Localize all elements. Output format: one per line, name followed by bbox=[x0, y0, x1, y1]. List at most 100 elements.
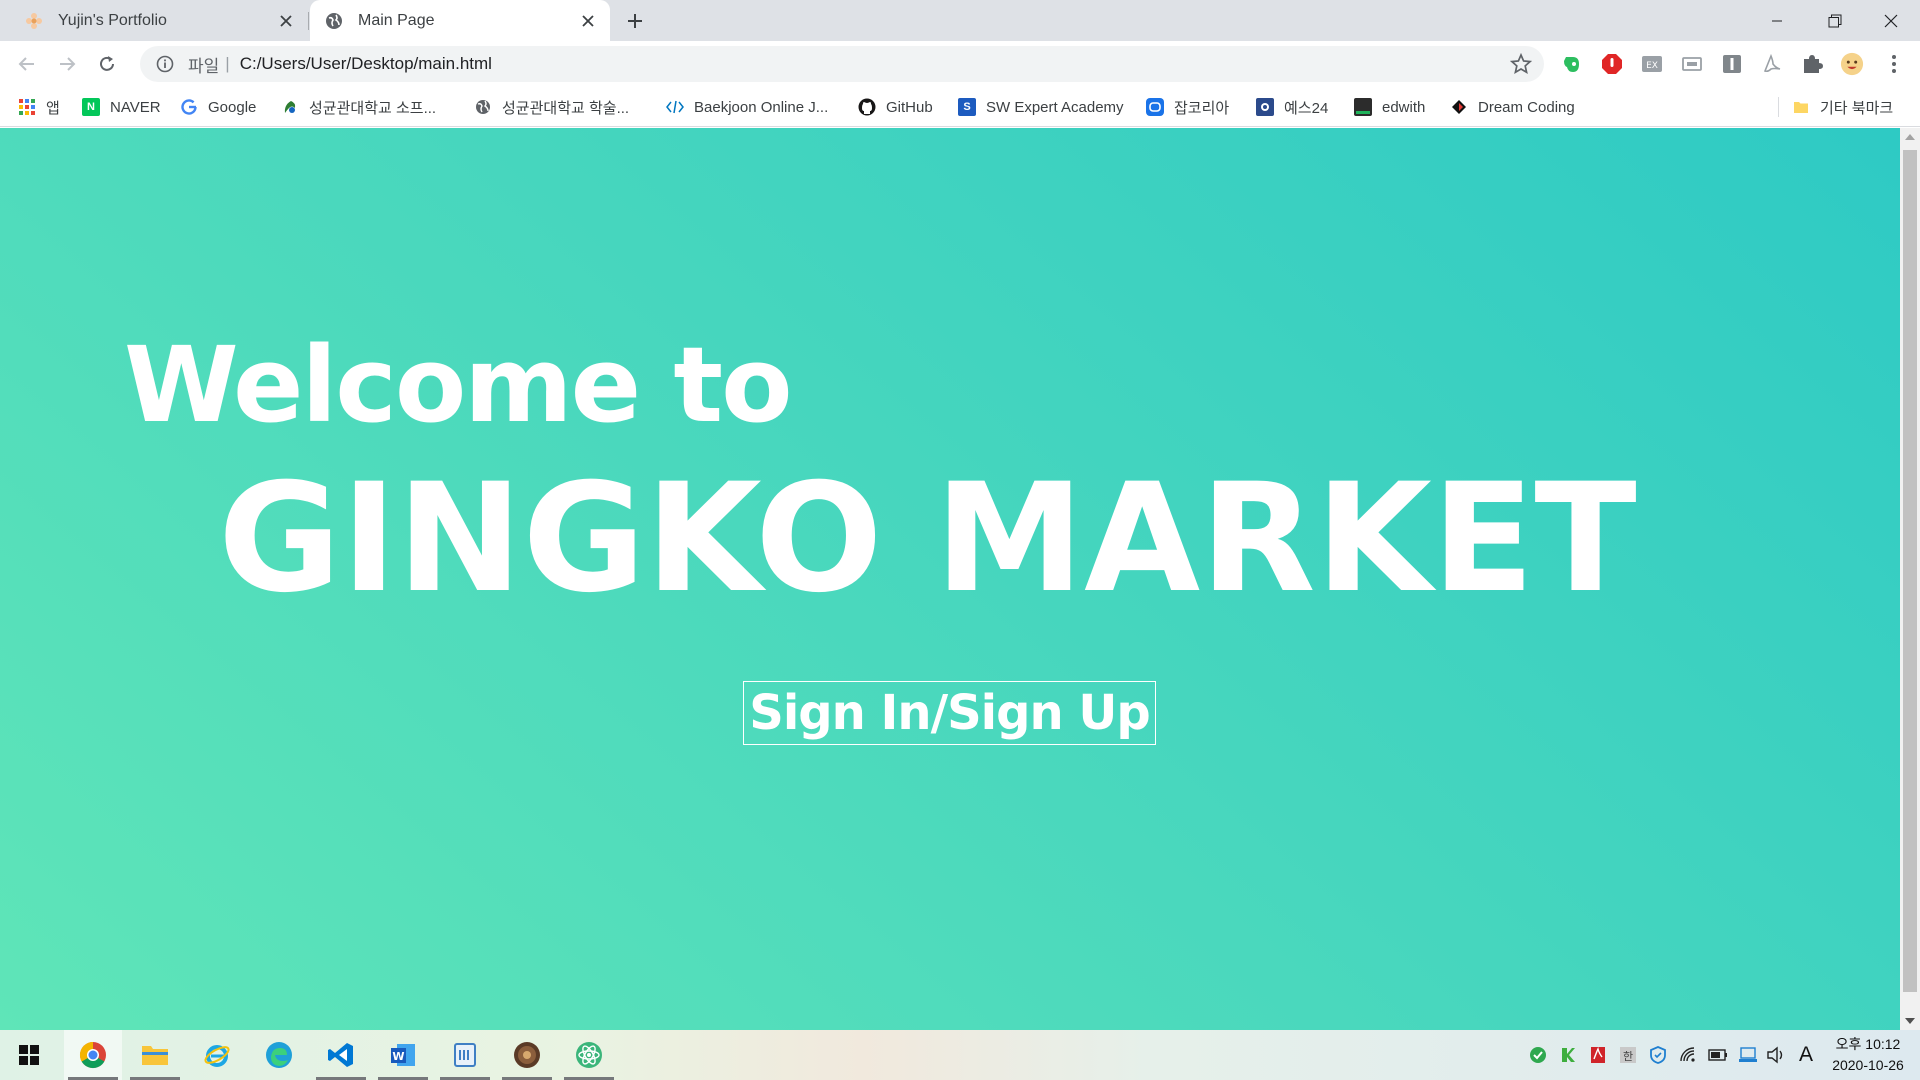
taskbar-document-app[interactable] bbox=[436, 1030, 494, 1080]
globe-icon bbox=[474, 98, 492, 116]
close-tab-icon[interactable] bbox=[274, 9, 298, 33]
adblock-icon[interactable] bbox=[1600, 52, 1624, 76]
bookmark-skku-academic[interactable]: 성균관대학교 학술... bbox=[474, 95, 629, 119]
game-app-icon bbox=[514, 1042, 540, 1068]
code-icon bbox=[666, 98, 684, 116]
taskbar-game-app[interactable] bbox=[498, 1030, 556, 1080]
tab-separator bbox=[308, 12, 309, 30]
taskbar-chrome[interactable] bbox=[64, 1030, 122, 1080]
forward-button[interactable] bbox=[52, 49, 82, 79]
tab-main-page[interactable]: Main Page bbox=[310, 0, 610, 41]
profile-avatar[interactable] bbox=[1840, 52, 1864, 76]
apps-grid-icon bbox=[18, 98, 36, 116]
document-app-icon bbox=[454, 1043, 476, 1067]
tab-portfolio[interactable]: Yujin's Portfolio bbox=[10, 0, 308, 41]
bookmark-edwith[interactable]: edwith bbox=[1354, 95, 1425, 119]
bookmark-star-icon[interactable] bbox=[1510, 53, 1532, 75]
pdf-icon[interactable] bbox=[1760, 52, 1784, 76]
pdf-tray-icon[interactable] bbox=[1588, 1045, 1608, 1065]
internet-explorer-icon bbox=[204, 1045, 230, 1067]
scroll-thumb[interactable] bbox=[1903, 150, 1917, 992]
tab-strip: Yujin's Portfolio Main Page bbox=[0, 0, 1920, 41]
svg-text:W: W bbox=[392, 1050, 404, 1063]
network-icon[interactable] bbox=[1738, 1045, 1758, 1065]
volume-icon[interactable] bbox=[1766, 1045, 1786, 1065]
bookmark-baekjoon[interactable]: Baekjoon Online J... bbox=[666, 95, 828, 119]
brand-title: GINGKO MARKET bbox=[218, 452, 1637, 626]
url-text[interactable]: C:/Users/User/Desktop/main.html bbox=[240, 54, 492, 74]
clock-time: 오후 10:12 bbox=[1835, 1036, 1901, 1052]
bookmark-label: 기타 북마크 bbox=[1820, 99, 1894, 117]
bookmark-apps[interactable]: 앱 bbox=[18, 95, 60, 119]
hangul-tray-icon[interactable]: 한 bbox=[1618, 1045, 1638, 1065]
battery-icon[interactable] bbox=[1708, 1045, 1728, 1065]
close-tab-icon[interactable] bbox=[576, 9, 600, 33]
page-viewport: Welcome to GINGKO MARKET Sign In/Sign Up bbox=[0, 128, 1900, 1030]
back-button[interactable] bbox=[12, 49, 42, 79]
close-window-button[interactable] bbox=[1862, 0, 1920, 41]
bookmark-label: 성균관대학교 학술... bbox=[502, 99, 630, 117]
taskbar-internet-explorer[interactable] bbox=[188, 1030, 246, 1080]
edwith-icon bbox=[1354, 98, 1372, 116]
menu-icon[interactable] bbox=[1882, 52, 1906, 76]
welcome-heading: Welcome to bbox=[124, 324, 793, 446]
wifi-icon[interactable] bbox=[1678, 1045, 1698, 1065]
new-tab-button[interactable] bbox=[622, 8, 648, 34]
bookmark-label: 성균관대학교 소프... bbox=[309, 99, 437, 117]
word-icon: W bbox=[391, 1044, 415, 1066]
bookmark-divider bbox=[1778, 97, 1779, 117]
swea-icon: S bbox=[958, 98, 976, 116]
taskbar-file-explorer[interactable] bbox=[126, 1030, 184, 1080]
tab-title: Main Page bbox=[358, 11, 435, 29]
svg-text:한: 한 bbox=[1623, 1050, 1633, 1063]
extension-card-icon[interactable] bbox=[1680, 52, 1704, 76]
taskbar-atom[interactable] bbox=[560, 1030, 618, 1080]
bookmark-github[interactable]: GitHub bbox=[858, 95, 933, 119]
windows-taskbar: W 한 A 오후 10:12 2020-10-26 bbox=[0, 1030, 1920, 1080]
browser-toolbar: 파일 | C:/Users/User/Desktop/main.html EX bbox=[0, 41, 1920, 87]
taskbar-edge[interactable] bbox=[250, 1030, 308, 1080]
bookmark-jobkorea[interactable]: 잡코리아 bbox=[1146, 95, 1229, 119]
github-icon bbox=[858, 98, 876, 116]
puzzle-icon[interactable] bbox=[1800, 52, 1824, 76]
scheme-label: 파일 bbox=[188, 56, 220, 76]
restore-button[interactable] bbox=[1806, 0, 1864, 41]
minimize-button[interactable] bbox=[1748, 0, 1806, 41]
taskbar-vscode[interactable] bbox=[312, 1030, 370, 1080]
taskbar-word[interactable]: W bbox=[374, 1030, 432, 1080]
bookmark-skku-software[interactable]: 성균관대학교 소프... bbox=[281, 95, 436, 119]
evernote-icon[interactable] bbox=[1560, 52, 1584, 76]
reload-button[interactable] bbox=[92, 49, 122, 79]
bookmark-dream-coding[interactable]: Dream Coding bbox=[1450, 95, 1575, 119]
windows-logo-icon bbox=[19, 1045, 39, 1065]
start-button[interactable] bbox=[0, 1030, 58, 1080]
info-icon[interactable] bbox=[156, 55, 174, 73]
bookmark-yes24[interactable]: 예스24 bbox=[1256, 95, 1328, 119]
globe-icon bbox=[324, 11, 344, 31]
chrome-icon bbox=[79, 1041, 106, 1069]
address-divider: | bbox=[225, 54, 230, 73]
extension-ex-icon[interactable]: EX bbox=[1640, 52, 1664, 76]
bookmark-google[interactable]: Google bbox=[180, 95, 256, 119]
bookmark-label: Google bbox=[208, 98, 257, 116]
bookmark-sw-expert-academy[interactable]: S SW Expert Academy bbox=[958, 95, 1124, 119]
bookmark-label: Baekjoon Online J... bbox=[694, 98, 829, 116]
bookmark-label: NAVER bbox=[110, 98, 161, 116]
folder-icon bbox=[142, 1046, 168, 1065]
extension-info-icon[interactable] bbox=[1720, 52, 1744, 76]
scroll-down-arrow-icon[interactable] bbox=[1905, 1018, 1915, 1024]
security-check-icon[interactable] bbox=[1528, 1045, 1548, 1065]
shield-icon[interactable] bbox=[1648, 1045, 1668, 1065]
system-clock[interactable]: 오후 10:12 2020-10-26 bbox=[1826, 1034, 1910, 1076]
clock-date: 2020-10-26 bbox=[1832, 1057, 1904, 1073]
bookmark-naver[interactable]: N NAVER bbox=[82, 95, 161, 119]
jobkorea-icon bbox=[1146, 98, 1164, 116]
svg-text:EX: EX bbox=[1646, 61, 1658, 71]
scroll-up-arrow-icon[interactable] bbox=[1905, 134, 1915, 140]
sign-in-sign-up-button[interactable]: Sign In/Sign Up bbox=[743, 681, 1156, 745]
kakao-tray-icon[interactable] bbox=[1558, 1045, 1578, 1065]
bookmark-other-folder[interactable]: 기타 북마크 bbox=[1792, 95, 1893, 119]
ime-indicator[interactable]: A bbox=[1796, 1043, 1816, 1066]
address-bar[interactable]: 파일 | C:/Users/User/Desktop/main.html bbox=[140, 46, 1544, 82]
vertical-scrollbar[interactable] bbox=[1900, 128, 1920, 1030]
